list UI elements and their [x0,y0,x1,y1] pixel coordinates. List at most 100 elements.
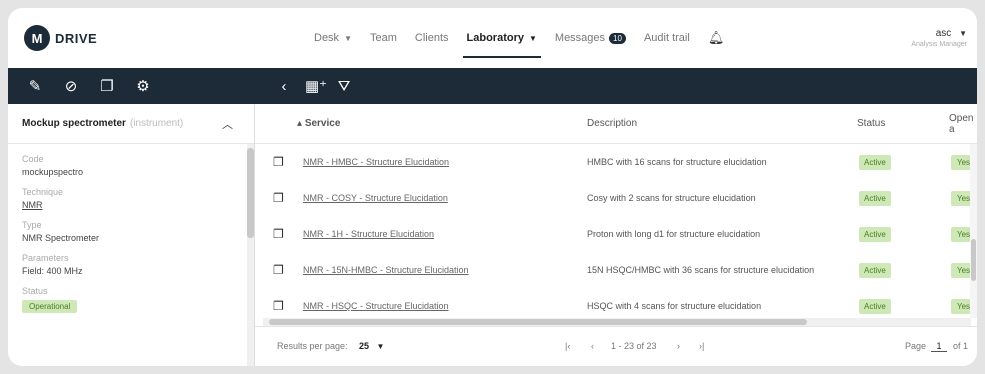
first-page-icon[interactable]: |‹ [565,341,570,351]
field-label: Type [22,220,42,230]
field-technique: Technique NMR [8,187,254,210]
logo-text: DRIVE [55,30,98,46]
table-row[interactable]: ❐ NMR - 15N-HMBC - Structure Elucidation… [255,252,977,288]
panel-header: Mockup spectrometer (instrument) ︿ [8,104,254,144]
toolbar: ✎ ⊘ ❐ ⚙ ‹ ▦⁺ ⛛ [8,68,977,104]
row-description: HMBC with 16 scans for structure elucida… [587,157,767,167]
copy-icon[interactable]: ❐ [98,77,116,95]
prev-page-icon[interactable]: ‹ [591,341,594,351]
service-link[interactable]: NMR - 1H - Structure Elucidation [303,229,434,239]
page-label: Page [905,341,927,351]
chevron-down-icon: ▼ [376,342,385,351]
row-description: 15N HSQC/HMBC with 36 scans for structur… [587,265,815,275]
service-link[interactable]: NMR - 15N-HMBC - Structure Elucidation [303,265,469,275]
logo[interactable]: M DRIVE [24,25,97,51]
page-range: 1 - 23 of 23 [611,341,657,351]
table-toolbar: ‹ ▦⁺ ⛛ [263,77,353,96]
column-header-status[interactable]: Status [857,118,885,129]
back-icon[interactable]: ‹ [275,78,293,95]
status-badge: Active [859,262,891,278]
row-description: Cosy with 2 scans for structure elucidat… [587,193,756,203]
service-link[interactable]: NMR - COSY - Structure Elucidation [303,193,448,203]
nav-label: Audit trail [643,32,690,44]
main-nav: Desk ▼ Team Clients Laboratory ▼ Message… [314,8,742,68]
service-link[interactable]: NMR - HMBC - Structure Elucidation [303,157,449,167]
add-calendar-icon[interactable]: ▦⁺ [305,77,327,95]
services-table: ▴ Service Description Status Open a ❐ NM… [255,104,977,366]
page-of-label: of 1 [953,341,969,351]
nav-item-desk[interactable]: Desk ▼ [314,8,352,68]
field-status: Status Operational [8,286,254,314]
table-header: ▴ Service Description Status Open a [255,104,977,144]
field-type: Type NMR Spectrometer [8,220,254,243]
nav-label: Desk [314,32,340,44]
chevron-down-icon: ▼ [959,29,967,38]
service-link[interactable]: NMR - HSQC - Structure Elucidation [303,301,449,311]
last-page-icon[interactable]: ›| [699,341,704,351]
table-row[interactable]: ❐ NMR - HMBC - Structure Elucidation HMB… [255,144,977,180]
panel-subtitle: (instrument) [129,118,184,129]
column-header-open[interactable]: Open a [949,113,977,135]
nav-item-clients[interactable]: Clients [415,8,449,68]
no-link-icon[interactable]: ⊘ [62,77,80,95]
bell-icon: 🔔︎ [707,30,725,45]
scrollbar-thumb[interactable] [269,319,807,325]
copy-icon[interactable]: ❐ [273,191,284,205]
user-role: Analysis Manager [911,41,967,48]
column-header-service[interactable]: ▴ Service [297,118,340,129]
nav-item-messages[interactable]: Messages 10 [555,8,626,68]
user-menu[interactable]: asc ▼ Analysis Manager [911,28,967,48]
pagination-bar: Results per page: 25 ▼ |‹ ‹ 1 - 23 of 23… [255,326,977,366]
results-per-page-value: 25 [359,341,370,351]
results-per-page-select[interactable]: 25 ▼ [359,341,384,351]
status-badge: Active [859,226,891,242]
filter-icon[interactable]: ⛛ [335,78,353,95]
nav-item-laboratory[interactable]: Laboratory ▼ [462,8,542,68]
app-frame: M DRIVE Desk ▼ Team Clients Laboratory ▼… [8,8,977,366]
table-vertical-scrollbar[interactable] [970,144,977,318]
nav-label: Messages [554,32,606,44]
nav-label: Team [369,32,397,44]
chevron-down-icon: ▼ [344,33,352,43]
field-parameters: Parameters Field: 400 MHz [8,253,254,276]
copy-icon[interactable]: ❐ [273,155,284,169]
nav-item-audit-trail[interactable]: Audit trail [644,8,690,68]
table-row[interactable]: ❐ NMR - COSY - Structure Elucidation Cos… [255,180,977,216]
badge-icon[interactable]: ⚙ [134,77,152,95]
scrollbar-thumb[interactable] [247,148,254,238]
field-value: NMR Spectrometer [22,233,100,243]
row-description: HSQC with 4 scans for structure elucidat… [587,301,762,311]
nav-item-team[interactable]: Team [370,8,397,68]
chevron-down-icon: ▼ [528,33,537,43]
scrollbar-thumb[interactable] [971,239,976,281]
field-value: Field: 400 MHz [22,266,83,276]
notifications-button[interactable]: 🔔︎ [708,8,725,68]
panel-scrollbar[interactable] [247,144,254,366]
nav-label: Clients [414,32,449,44]
copy-icon[interactable]: ❐ [273,299,284,313]
field-label: Parameters [22,253,69,263]
status-badge: Active [859,154,891,170]
nav-label: Laboratory [466,32,524,44]
status-badge: Active [859,298,891,314]
field-value: mockupspectro [22,167,84,177]
field-label: Code [22,154,44,164]
status-badge: Operational [22,300,78,313]
user-name: asc [935,28,952,39]
messages-count-badge: 10 [609,32,626,44]
table-horizontal-scrollbar[interactable] [263,318,971,326]
table-row[interactable]: ❐ NMR - 1H - Structure Elucidation Proto… [255,216,977,252]
results-per-page-label: Results per page: [277,341,348,351]
next-page-icon[interactable]: › [677,341,680,351]
column-header-description[interactable]: Description [587,118,637,129]
page-number-input[interactable]: 1 [931,341,947,352]
copy-icon[interactable]: ❐ [273,263,284,277]
chevron-up-icon[interactable]: ︿ [222,116,233,132]
pencil-icon[interactable]: ✎ [26,77,44,95]
detail-panel: Mockup spectrometer (instrument) ︿ Code … [8,104,255,366]
technique-link[interactable]: NMR [22,200,254,210]
top-bar: M DRIVE Desk ▼ Team Clients Laboratory ▼… [8,8,977,68]
logo-mark: M [24,25,50,51]
panel-title: Mockup spectrometer [22,118,126,129]
copy-icon[interactable]: ❐ [273,227,284,241]
